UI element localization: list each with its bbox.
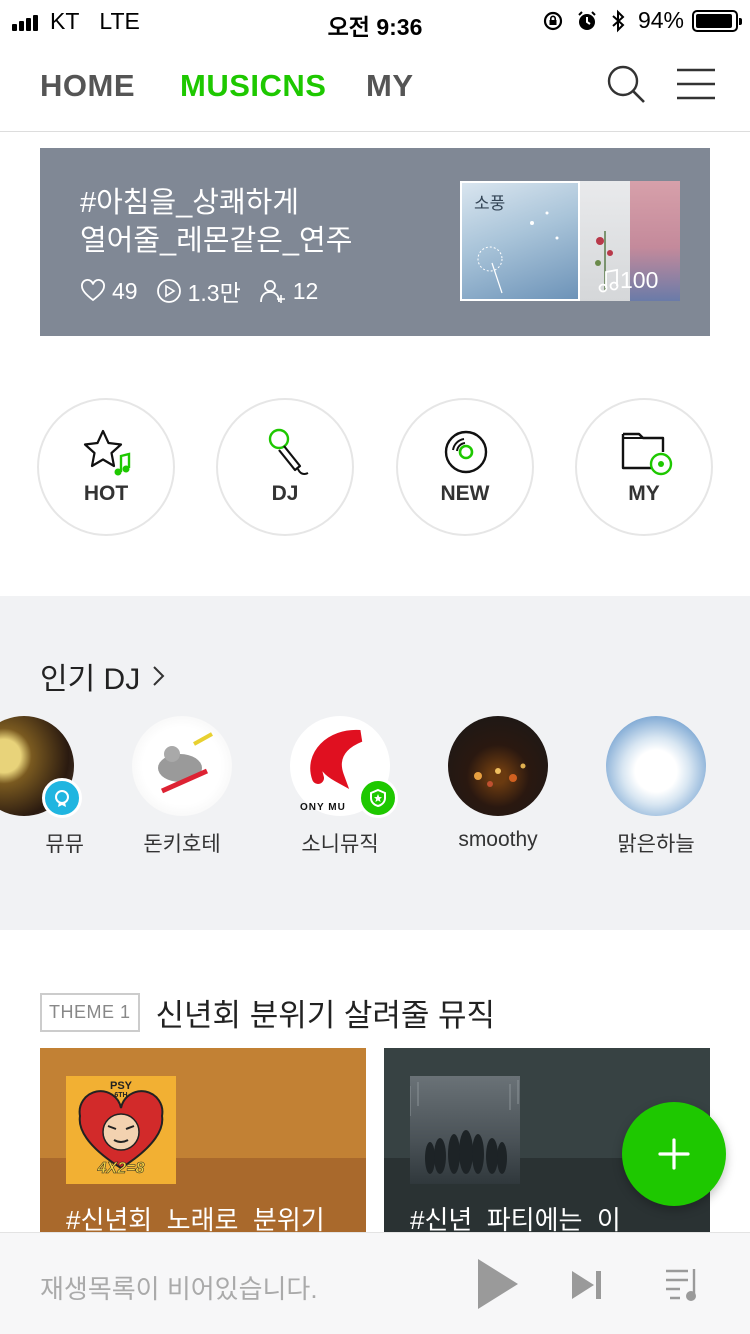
- official-badge: [358, 778, 398, 818]
- popular-dj-heading[interactable]: 인기 DJ: [40, 654, 166, 698]
- followers-count: 12: [292, 277, 319, 304]
- avatar: [132, 716, 232, 816]
- tab-my[interactable]: MY: [366, 68, 414, 104]
- status-bar: KT LTE 오전 9:36 94%: [0, 0, 750, 40]
- category-my[interactable]: MY: [575, 398, 713, 536]
- verified-badge: [42, 778, 82, 818]
- heart-icon: [81, 279, 105, 302]
- theme-card-title: #신년_파티에는_이: [410, 1205, 621, 1234]
- banner-stats: 49 1.3만 12: [80, 274, 336, 308]
- bluetooth-icon: [612, 9, 625, 32]
- play-icon[interactable]: [476, 1257, 520, 1311]
- category-dj[interactable]: DJ: [216, 398, 354, 536]
- menu-icon[interactable]: [674, 62, 718, 106]
- track-count: 100: [598, 267, 658, 294]
- battery-percent: 94%: [637, 7, 684, 33]
- theme-card-title: #신년회_노래로_분위기: [66, 1205, 325, 1234]
- tab-musicns[interactable]: MUSICNS: [180, 68, 326, 104]
- avatar: [606, 716, 706, 816]
- ribbon-icon: [55, 790, 69, 807]
- banner-covers: 소풍 100: [460, 181, 680, 301]
- album-cover: 소풍: [460, 181, 580, 301]
- chevron-right-icon: [153, 666, 165, 686]
- mini-player: 재생목록이 비어있습니다.: [0, 1232, 750, 1334]
- plays-count: 1.3만: [187, 280, 241, 306]
- disc-icon: [444, 430, 488, 474]
- category-hot[interactable]: HOT: [37, 398, 175, 536]
- star-music-icon: [83, 429, 131, 476]
- theme-tag: THEME 1: [40, 993, 140, 1032]
- shield-icon: [370, 788, 386, 808]
- album-art: PSY 6TH 4X2=8: [66, 1076, 176, 1184]
- category-new[interactable]: NEW: [396, 398, 534, 536]
- microphone-icon: [268, 428, 309, 475]
- next-track-icon[interactable]: [570, 1269, 604, 1301]
- playlist-icon[interactable]: [664, 1265, 702, 1305]
- playlist-empty-text: 재생목록이 비어있습니다.: [40, 1274, 318, 1304]
- theme-header: THEME 1 신년회 분위기 살려줄 뮤직: [40, 990, 495, 1035]
- popular-dj-section: 인기 DJ 뮤뮤 돈키호테 ONY MU 소니뮤직 smoothy 맑은하늘: [0, 596, 750, 930]
- add-button[interactable]: [622, 1102, 726, 1206]
- alarm-icon: [578, 10, 596, 30]
- battery-icon: [692, 9, 742, 32]
- tab-home[interactable]: HOME: [40, 68, 135, 104]
- likes-count: 49: [112, 277, 138, 304]
- dj-item[interactable]: 뮤뮤: [0, 716, 104, 858]
- rotation-lock-icon: [543, 11, 563, 30]
- featured-playlist-banner[interactable]: #아침을_상쾌하게 열어줄_레몬같은_연주 49 1.3만 12 소풍 100: [40, 148, 710, 336]
- plus-icon: [658, 1138, 690, 1170]
- avatar: ONY MU: [290, 716, 398, 818]
- avatar: [0, 716, 82, 818]
- avatar-text: ONY MU: [300, 802, 346, 813]
- folder-music-icon: [621, 432, 673, 476]
- banner-title: #아침을_상쾌하게 열어줄_레몬같은_연주: [80, 187, 353, 257]
- dj-item[interactable]: smoothy: [418, 716, 578, 852]
- category-shortcuts: HOT DJ NEW MY: [0, 398, 750, 536]
- album-art: [409, 1076, 520, 1184]
- search-icon[interactable]: [604, 62, 648, 106]
- dj-item[interactable]: 맑은하늘: [576, 716, 736, 858]
- theme-title: 신년회 분위기 살려줄 뮤직: [155, 998, 496, 1033]
- play-count-icon: [156, 279, 181, 303]
- top-nav: HOME MUSICNS MY: [0, 40, 750, 132]
- theme-card[interactable]: PSY 6TH 4X2=8 #신년회_노래로_분위기: [40, 1048, 366, 1234]
- music-note-icon: [598, 268, 619, 292]
- dj-item[interactable]: 돈키호테: [102, 716, 262, 858]
- follower-icon: [259, 280, 285, 303]
- avatar: [448, 716, 548, 816]
- dj-item[interactable]: ONY MU 소니뮤직: [260, 716, 420, 858]
